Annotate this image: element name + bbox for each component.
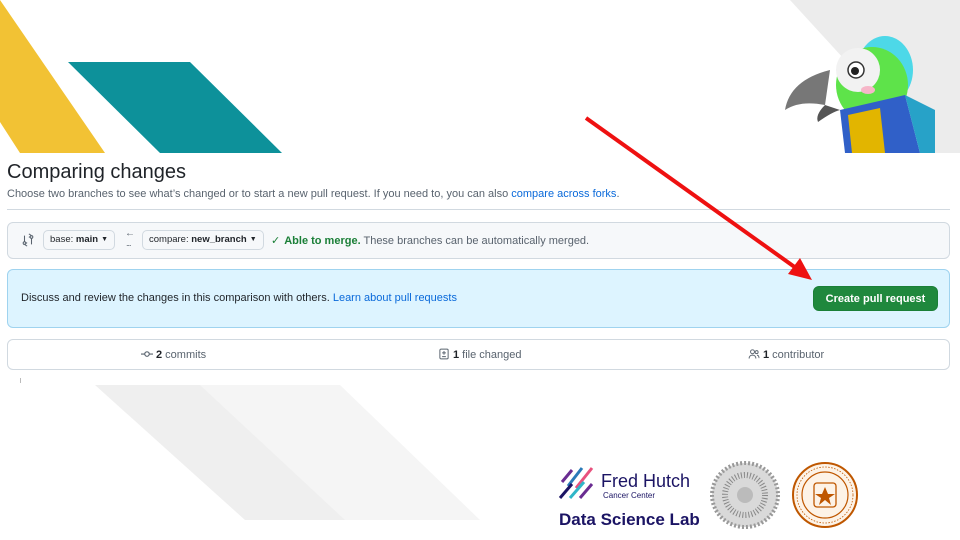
org-name: Fred Hutch xyxy=(601,471,691,491)
lab-name: Data Science Lab xyxy=(559,510,700,529)
ut-austin-seal-icon xyxy=(792,462,858,528)
dsl-logo-icon xyxy=(710,461,780,529)
fred-hutch-logo-icon xyxy=(558,467,594,499)
logos xyxy=(558,461,858,529)
org-subtitle: Cancer Center xyxy=(603,491,656,500)
